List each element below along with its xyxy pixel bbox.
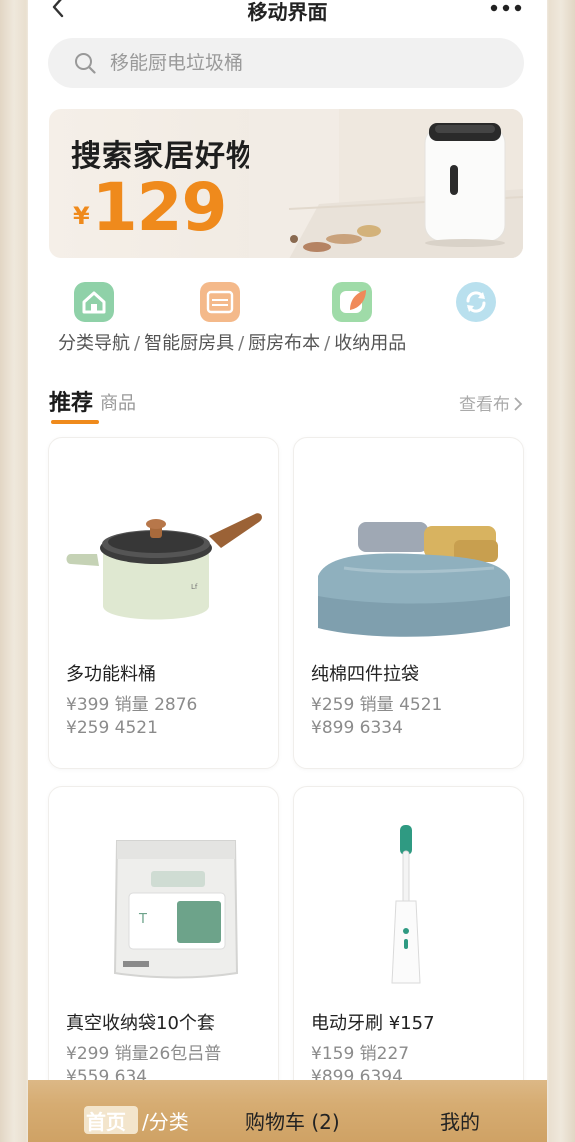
nav-separator: / — [142, 1110, 149, 1134]
nav-category-label: 分类 — [148, 1110, 189, 1134]
svg-text:Lf: Lf — [191, 583, 198, 591]
chevron-right-icon — [514, 397, 523, 411]
search-icon — [75, 53, 96, 74]
category-item-storage[interactable]: 收纳用品 — [334, 329, 406, 355]
pot-image: Lf — [66, 513, 262, 620]
recommend-subtitle: 商品 — [100, 393, 136, 414]
category-nav: 分类导航 / 智能厨房具 / 厨房布本 / 收纳用品 — [52, 279, 522, 359]
product-card[interactable]: 电动牙刷 ¥157 ¥159 销227 ¥899 6394 — [293, 786, 524, 1118]
product-name: 真空收纳袋10个套 — [66, 1013, 215, 1034]
calendar-icon[interactable] — [200, 282, 240, 322]
view-more-label: 查看布 — [459, 395, 510, 415]
top-bar: 移动界面 — [28, 0, 547, 30]
category-separator: / — [134, 333, 141, 354]
banner-price: ¥129 — [73, 169, 228, 246]
svg-text:T: T — [138, 912, 147, 927]
banner-price-value: 129 — [91, 169, 228, 246]
search-input[interactable] — [110, 47, 500, 79]
product-price-secondary: ¥259 4521 — [66, 718, 158, 738]
search-bar[interactable] — [48, 38, 524, 88]
category-separator: / — [324, 333, 331, 354]
product-price-sales: ¥259 销量 4521 — [311, 695, 443, 715]
product-price-secondary: ¥899 6334 — [311, 718, 403, 738]
product-price-sales: ¥159 销227 — [311, 1044, 410, 1064]
toothbrush-image — [391, 825, 421, 984]
more-options-icon[interactable] — [489, 2, 523, 14]
product-card[interactable]: Lf 多功能料桶 ¥399 销量 2876 ¥259 4521 — [48, 437, 279, 769]
nav-category[interactable]: /分类 — [142, 1106, 189, 1135]
product-name: 电动牙刷 ¥157 — [311, 1013, 435, 1034]
leaf-icon[interactable] — [332, 282, 372, 322]
category-separator: / — [238, 333, 245, 354]
nav-home[interactable]: 首页 — [86, 1106, 126, 1135]
nav-cart[interactable]: 购物车 (2) — [245, 1106, 340, 1135]
active-tab-indicator — [51, 420, 99, 424]
promo-banner[interactable]: 搜索家居好物 ¥129 — [49, 109, 523, 258]
category-item-navigation[interactable]: 分类导航 — [58, 329, 130, 355]
storage-bag-image: T — [113, 840, 239, 979]
product-card[interactable]: 纯棉四件拉袋 ¥259 销量 4521 ¥899 6334 — [293, 437, 524, 769]
bedding-image — [318, 522, 510, 637]
app-screen: 移动界面 搜索家居好物 ¥129 — [28, 0, 547, 1142]
product-price-sales: ¥399 销量 2876 — [66, 695, 198, 715]
nav-me[interactable]: 我的 — [440, 1106, 480, 1135]
refresh-icon[interactable] — [456, 282, 496, 322]
product-price-sales: ¥299 销量26包吕普 — [66, 1044, 222, 1064]
view-more-link[interactable]: 查看布 — [459, 390, 523, 415]
product-card[interactable]: T 真空收纳袋10个套 ¥299 销量26包吕普 ¥559 634 — [48, 786, 279, 1118]
category-item-kitchen-cloth[interactable]: 厨房布本 — [248, 329, 320, 355]
recommend-title[interactable]: 推荐 — [49, 385, 93, 417]
category-labels: 分类导航 / 智能厨房具 / 厨房布本 / 收纳用品 — [58, 329, 406, 355]
category-item-kitchen-appliances[interactable]: 智能厨房具 — [144, 329, 234, 355]
page-title: 移动界面 — [247, 0, 328, 24]
product-name: 纯棉四件拉袋 — [311, 664, 419, 685]
banner-currency: ¥ — [73, 202, 90, 230]
product-name: 多功能料桶 — [66, 664, 156, 685]
home-icon[interactable] — [74, 282, 114, 322]
smart-trash-can-image — [249, 109, 523, 258]
